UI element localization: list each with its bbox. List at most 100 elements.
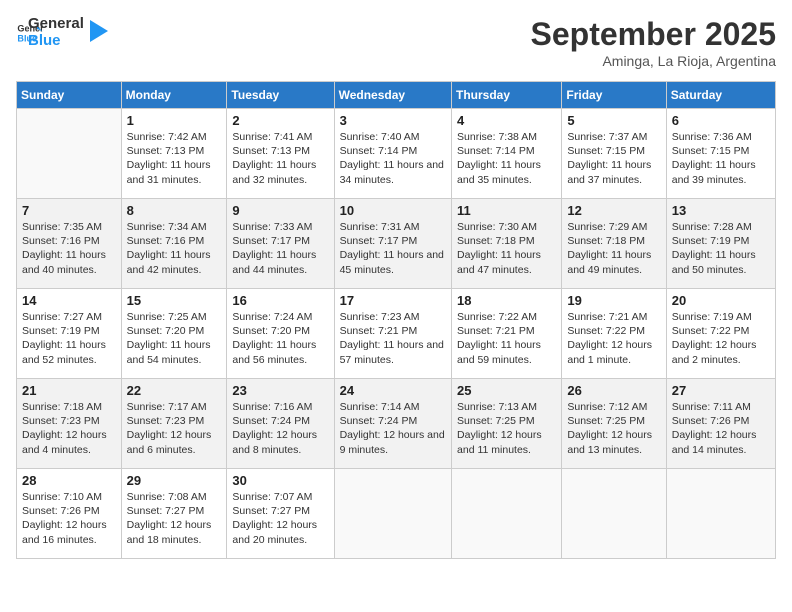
day-cell: 24Sunrise: 7:14 AMSunset: 7:24 PMDayligh… <box>334 379 451 469</box>
day-cell: 7 Sunrise: 7:35 AMSunset: 7:16 PMDaylight… <box>17 199 122 289</box>
daylight-text: Daylight: 12 hours and 16 minutes. <box>22 518 116 546</box>
day-number: 25 <box>457 383 556 398</box>
sunrise-text: Sunrise: 7:34 AM <box>127 220 222 234</box>
sunset-text: Sunset: 7:27 PM <box>127 504 222 518</box>
daylight-text: Daylight: 11 hours and 40 minutes. <box>22 248 116 276</box>
sunset-text: Sunset: 7:14 PM <box>340 144 446 158</box>
daylight-text: Daylight: 11 hours and 42 minutes. <box>127 248 222 276</box>
sunset-text: Sunset: 7:13 PM <box>232 144 328 158</box>
day-info: Sunrise: 7:25 AMSunset: 7:20 PMDaylight:… <box>127 310 222 367</box>
sunset-text: Sunset: 7:17 PM <box>232 234 328 248</box>
daylight-text: Daylight: 12 hours and 1 minute. <box>567 338 660 366</box>
day-number: 6 <box>672 113 770 128</box>
day-info: Sunrise: 7:35 AMSunset: 7:16 PMDaylight:… <box>22 220 116 277</box>
calendar-header: SundayMondayTuesdayWednesdayThursdayFrid… <box>17 82 776 109</box>
day-number: 4 <box>457 113 556 128</box>
daylight-text: Daylight: 11 hours and 59 minutes. <box>457 338 556 366</box>
sunset-text: Sunset: 7:15 PM <box>567 144 660 158</box>
sunrise-text: Sunrise: 7:31 AM <box>340 220 446 234</box>
sunrise-text: Sunrise: 7:40 AM <box>340 130 446 144</box>
day-cell: 1Sunrise: 7:42 AMSunset: 7:13 PMDaylight… <box>121 109 227 199</box>
day-number: 3 <box>340 113 446 128</box>
day-cell: 3 Sunrise: 7:40 AMSunset: 7:14 PMDaylight… <box>334 109 451 199</box>
day-info: Sunrise: 7:40 AMSunset: 7:14 PMDaylight:… <box>340 130 446 187</box>
day-number: 18 <box>457 293 556 308</box>
sunset-text: Sunset: 7:20 PM <box>232 324 328 338</box>
day-number: 11 <box>457 203 556 218</box>
day-cell: 19Sunrise: 7:21 AMSunset: 7:22 PMDayligh… <box>562 289 666 379</box>
day-number: 5 <box>567 113 660 128</box>
day-info: Sunrise: 7:21 AMSunset: 7:22 PMDaylight:… <box>567 310 660 367</box>
sunset-text: Sunset: 7:13 PM <box>127 144 222 158</box>
day-info: Sunrise: 7:38 AMSunset: 7:14 PMDaylight:… <box>457 130 556 187</box>
sunrise-text: Sunrise: 7:16 AM <box>232 400 328 414</box>
day-number: 21 <box>22 383 116 398</box>
daylight-text: Daylight: 11 hours and 49 minutes. <box>567 248 660 276</box>
daylight-text: Daylight: 12 hours and 2 minutes. <box>672 338 770 366</box>
day-info: Sunrise: 7:14 AMSunset: 7:24 PMDaylight:… <box>340 400 446 457</box>
day-cell: 18 Sunrise: 7:22 AMSunset: 7:21 PMDayligh… <box>452 289 562 379</box>
daylight-text: Daylight: 12 hours and 11 minutes. <box>457 428 556 456</box>
sunrise-text: Sunrise: 7:29 AM <box>567 220 660 234</box>
sunrise-text: Sunrise: 7:28 AM <box>672 220 770 234</box>
logo-general: General <box>28 16 84 33</box>
daylight-text: Daylight: 11 hours and 37 minutes. <box>567 158 660 186</box>
sunrise-text: Sunrise: 7:08 AM <box>127 490 222 504</box>
header-cell-friday: Friday <box>562 82 666 109</box>
sunrise-text: Sunrise: 7:35 AM <box>22 220 116 234</box>
sunset-text: Sunset: 7:23 PM <box>127 414 222 428</box>
day-info: Sunrise: 7:27 AMSunset: 7:19 PMDaylight:… <box>22 310 116 367</box>
sunrise-text: Sunrise: 7:37 AM <box>567 130 660 144</box>
sunset-text: Sunset: 7:25 PM <box>567 414 660 428</box>
day-info: Sunrise: 7:23 AMSunset: 7:21 PMDaylight:… <box>340 310 446 367</box>
day-info: Sunrise: 7:17 AMSunset: 7:23 PMDaylight:… <box>127 400 222 457</box>
day-info: Sunrise: 7:34 AMSunset: 7:16 PMDaylight:… <box>127 220 222 277</box>
calendar-title: September 2025 <box>531 16 776 53</box>
day-cell <box>452 469 562 559</box>
daylight-text: Daylight: 12 hours and 14 minutes. <box>672 428 770 456</box>
day-info: Sunrise: 7:31 AMSunset: 7:17 PMDaylight:… <box>340 220 446 277</box>
daylight-text: Daylight: 11 hours and 54 minutes. <box>127 338 222 366</box>
day-cell: 5 Sunrise: 7:37 AMSunset: 7:15 PMDaylight… <box>562 109 666 199</box>
sunrise-text: Sunrise: 7:21 AM <box>567 310 660 324</box>
day-number: 23 <box>232 383 328 398</box>
title-block: September 2025 Aminga, La Rioja, Argenti… <box>531 16 776 69</box>
day-info: Sunrise: 7:18 AMSunset: 7:23 PMDaylight:… <box>22 400 116 457</box>
day-cell: 25 Sunrise: 7:13 AMSunset: 7:25 PMDayligh… <box>452 379 562 469</box>
sunset-text: Sunset: 7:20 PM <box>127 324 222 338</box>
daylight-text: Daylight: 12 hours and 4 minutes. <box>22 428 116 456</box>
sunset-text: Sunset: 7:19 PM <box>22 324 116 338</box>
day-cell: 13Sunrise: 7:28 AMSunset: 7:19 PMDayligh… <box>666 199 775 289</box>
day-number: 7 <box>22 203 116 218</box>
sunset-text: Sunset: 7:21 PM <box>457 324 556 338</box>
daylight-text: Daylight: 11 hours and 47 minutes. <box>457 248 556 276</box>
header-cell-monday: Monday <box>121 82 227 109</box>
header-cell-saturday: Saturday <box>666 82 775 109</box>
sunset-text: Sunset: 7:27 PM <box>232 504 328 518</box>
daylight-text: Daylight: 12 hours and 8 minutes. <box>232 428 328 456</box>
day-info: Sunrise: 7:41 AMSunset: 7:13 PMDaylight:… <box>232 130 328 187</box>
week-row-2: 7 Sunrise: 7:35 AMSunset: 7:16 PMDaylight… <box>17 199 776 289</box>
sunrise-text: Sunrise: 7:22 AM <box>457 310 556 324</box>
calendar-subtitle: Aminga, La Rioja, Argentina <box>531 53 776 69</box>
sunset-text: Sunset: 7:19 PM <box>672 234 770 248</box>
day-number: 9 <box>232 203 328 218</box>
day-cell: 10Sunrise: 7:31 AMSunset: 7:17 PMDayligh… <box>334 199 451 289</box>
header-row: SundayMondayTuesdayWednesdayThursdayFrid… <box>17 82 776 109</box>
day-number: 16 <box>232 293 328 308</box>
day-info: Sunrise: 7:24 AMSunset: 7:20 PMDaylight:… <box>232 310 328 367</box>
day-cell: 30Sunrise: 7:07 AMSunset: 7:27 PMDayligh… <box>227 469 334 559</box>
sunrise-text: Sunrise: 7:24 AM <box>232 310 328 324</box>
daylight-text: Daylight: 11 hours and 45 minutes. <box>340 248 446 276</box>
day-info: Sunrise: 7:16 AMSunset: 7:24 PMDaylight:… <box>232 400 328 457</box>
day-info: Sunrise: 7:13 AMSunset: 7:25 PMDaylight:… <box>457 400 556 457</box>
sunset-text: Sunset: 7:18 PM <box>457 234 556 248</box>
sunrise-text: Sunrise: 7:11 AM <box>672 400 770 414</box>
day-number: 28 <box>22 473 116 488</box>
week-row-4: 21 Sunrise: 7:18 AMSunset: 7:23 PMDayligh… <box>17 379 776 469</box>
page-header: General Blue General Blue September 2025… <box>16 16 776 69</box>
sunrise-text: Sunrise: 7:42 AM <box>127 130 222 144</box>
header-cell-thursday: Thursday <box>452 82 562 109</box>
sunrise-text: Sunrise: 7:14 AM <box>340 400 446 414</box>
sunset-text: Sunset: 7:22 PM <box>567 324 660 338</box>
